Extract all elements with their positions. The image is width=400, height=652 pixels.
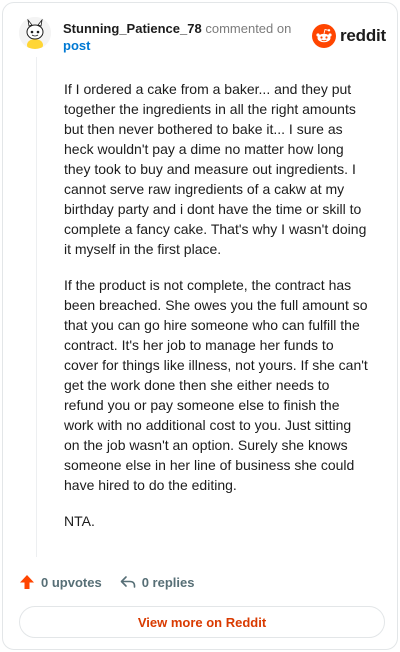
comment-paragraph: If the product is not complete, the cont… — [64, 277, 368, 493]
comment-body: If I ordered a cake from a baker... and … — [64, 79, 369, 547]
comment-card: Stunning_Patience_78 commented on post r… — [2, 2, 398, 650]
commented-on-text: commented on — [205, 21, 292, 36]
replies-count: 0 replies — [141, 574, 195, 590]
thread-line — [36, 57, 37, 557]
reply-arrow-icon — [120, 576, 135, 588]
reddit-logo-text: reddit — [340, 26, 387, 45]
upvotes-count: 0 upvotes — [41, 574, 102, 590]
view-more-button[interactable]: View more on Reddit — [19, 606, 385, 638]
upvote-arrow-icon — [20, 575, 34, 589]
username-link[interactable]: Stunning_Patience_78 — [63, 21, 202, 36]
avatar[interactable] — [19, 17, 51, 49]
comment-paragraph: NTA. — [64, 513, 95, 529]
reply-button[interactable]: 0 replies — [120, 574, 195, 590]
reddit-logo-icon — [312, 24, 336, 48]
comment-paragraph: If I ordered a cake from a baker... and … — [64, 81, 367, 257]
post-link[interactable]: post — [63, 38, 90, 53]
upvote-button[interactable]: 0 upvotes — [19, 574, 102, 590]
comment-actions: 0 upvotes 0 replies — [19, 572, 212, 592]
comment-header: Stunning_Patience_78 commented on post — [63, 20, 313, 54]
snoo-avatar-icon — [19, 17, 51, 49]
reddit-logo[interactable]: reddit — [312, 23, 386, 49]
